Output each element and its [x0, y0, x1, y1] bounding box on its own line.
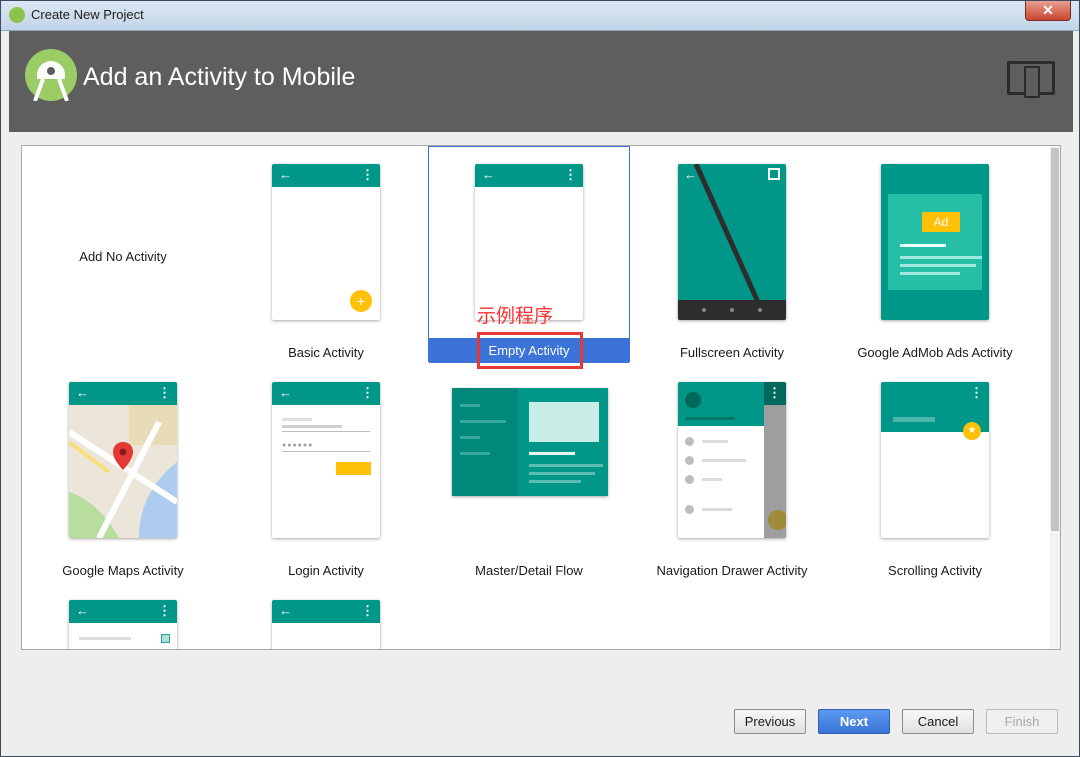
- template-preview: ← ⋮: [69, 600, 177, 649]
- create-project-window: Create New Project ✕ Add an Activity to …: [0, 0, 1080, 757]
- template-preview: ← ⋮: [475, 164, 583, 320]
- back-arrow-icon: ←: [279, 167, 292, 182]
- finish-button[interactable]: Finish: [986, 709, 1058, 734]
- ad-badge: Ad: [922, 212, 960, 232]
- title-bar: Create New Project ✕: [1, 1, 1079, 31]
- template-label: Google AdMob Ads Activity: [857, 345, 1013, 360]
- overflow-menu-icon: ⋮: [768, 385, 781, 400]
- page-title: Add an Activity to Mobile: [83, 63, 356, 91]
- template-empty-activity[interactable]: ← ⋮ Empty Activity 示例程序: [428, 146, 630, 369]
- close-button[interactable]: ✕: [1025, 1, 1071, 21]
- template-basic-activity[interactable]: ← ⋮ + Basic Activity: [225, 146, 427, 362]
- template-label: Master/Detail Flow: [475, 563, 583, 578]
- fab-icon: +: [350, 290, 372, 312]
- template-preview: ←: [678, 164, 786, 320]
- template-label: Login Activity: [288, 563, 364, 578]
- template-preview: ← ⋮: [69, 382, 177, 538]
- wizard-header: Add an Activity to Mobile: [9, 31, 1073, 132]
- template-scrolling-activity[interactable]: ⋮ ★ Scrolling Activity: [834, 364, 1036, 580]
- back-arrow-icon: ←: [279, 385, 292, 400]
- back-arrow-icon: ←: [279, 603, 292, 618]
- overflow-menu-icon: ⋮: [158, 603, 171, 618]
- template-tabbed-activity[interactable]: ← ⋮: [225, 582, 427, 649]
- template-label: Add No Activity: [79, 249, 167, 264]
- next-button[interactable]: Next: [818, 709, 890, 734]
- map-pin-icon: [113, 442, 133, 470]
- template-preview: [452, 388, 608, 496]
- window-title: Create New Project: [31, 7, 144, 22]
- template-google-maps-activity[interactable]: ← ⋮ Google Maps Activity: [22, 364, 224, 580]
- overflow-menu-icon: ⋮: [361, 603, 374, 618]
- android-studio-icon: [9, 7, 25, 23]
- overflow-menu-icon: ⋮: [361, 167, 374, 182]
- device-form-factor-icon: [1007, 61, 1055, 98]
- template-label: Fullscreen Activity: [679, 345, 785, 360]
- previous-button[interactable]: Previous: [734, 709, 806, 734]
- template-preview: ← ⋮ ●●●●●●: [272, 382, 380, 538]
- android-studio-logo-icon: [25, 49, 77, 101]
- template-add-no-activity[interactable]: Add No Activity: [22, 146, 224, 362]
- template-label: Basic Activity: [288, 345, 364, 360]
- sign-in-button-preview: [336, 462, 371, 475]
- template-label: Google Maps Activity: [62, 563, 184, 578]
- template-navigation-drawer-activity[interactable]: ⋮ Navigation Drawer Activity: [631, 364, 833, 580]
- template-google-admob-ads-activity[interactable]: Ad Google AdMob Ads Activity: [834, 146, 1036, 362]
- annotation-text: 示例程序: [477, 306, 554, 327]
- back-arrow-icon: ←: [76, 385, 89, 400]
- template-preview: ← ⋮ +: [272, 164, 380, 320]
- template-master-detail-flow[interactable]: Master/Detail Flow: [428, 364, 630, 580]
- overflow-menu-icon: ⋮: [970, 385, 983, 400]
- template-preview: ⋮: [678, 382, 786, 538]
- activity-gallery: Add No Activity ← ⋮ + Basic Activity ← ⋮ E…: [21, 145, 1061, 650]
- template-settings-activity[interactable]: ← ⋮: [22, 582, 224, 649]
- overflow-menu-icon: ⋮: [158, 385, 171, 400]
- back-arrow-icon: ←: [482, 167, 495, 182]
- back-arrow-icon: ←: [684, 167, 697, 182]
- overflow-menu-icon: ⋮: [361, 385, 374, 400]
- cancel-button[interactable]: Cancel: [902, 709, 974, 734]
- template-fullscreen-activity[interactable]: ← Fullscreen Activity: [631, 146, 833, 362]
- checkbox-icon: [161, 634, 170, 643]
- template-preview: Ad: [881, 164, 989, 320]
- template-label: Navigation Drawer Activity: [656, 563, 808, 578]
- overflow-menu-icon: ⋮: [564, 167, 577, 182]
- gallery-scrollbar[interactable]: [1050, 146, 1060, 649]
- star-fab-icon: ★: [963, 422, 981, 440]
- scrollbar-thumb[interactable]: [1051, 148, 1059, 531]
- template-login-activity[interactable]: ← ⋮ ●●●●●● Login Activity: [225, 364, 427, 580]
- template-preview: ⋮ ★: [881, 382, 989, 538]
- fullscreen-icon: [768, 168, 780, 180]
- template-label: Scrolling Activity: [888, 563, 982, 578]
- back-arrow-icon: ←: [76, 603, 89, 618]
- template-preview: ← ⋮: [272, 600, 380, 649]
